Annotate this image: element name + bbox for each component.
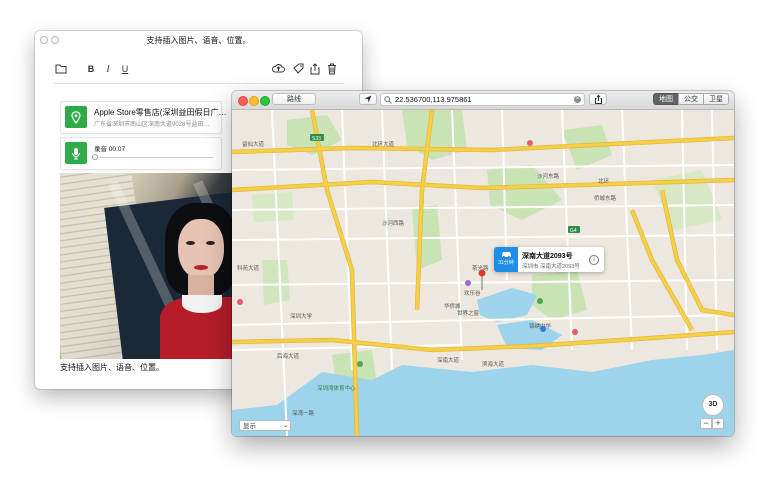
zoom-window-button[interactable] bbox=[260, 96, 270, 106]
note-titlebar: 支持插入图片、语音、位置。 bbox=[35, 31, 362, 51]
audio-label: 录音 00:07 bbox=[94, 146, 126, 153]
minimize-button[interactable] bbox=[249, 96, 259, 106]
label-g4: G4 bbox=[570, 228, 577, 234]
location-arrow-icon bbox=[364, 95, 372, 103]
callout-subtitle: 深圳市 深南大道2093号 bbox=[522, 264, 580, 270]
label-window-of-world: 世界之窗 bbox=[457, 309, 480, 317]
tag-icon[interactable] bbox=[290, 61, 306, 77]
note-body-text: 支持插入图片、语音、位置。 bbox=[60, 363, 164, 372]
share-icon[interactable] bbox=[307, 61, 323, 77]
note-window-title: 支持插入图片、语音、位置。 bbox=[146, 36, 251, 45]
show-dropdown[interactable]: 显示 ⌄ bbox=[239, 420, 291, 431]
folder-icon[interactable] bbox=[53, 61, 69, 77]
label-shenwan: 深湾一路 bbox=[292, 409, 315, 417]
show-dropdown-label: 显示 bbox=[243, 423, 256, 430]
tab-satellite[interactable]: 卫星 bbox=[703, 93, 729, 105]
audio-progress-knob[interactable] bbox=[92, 154, 98, 160]
clear-search-icon[interactable]: × bbox=[574, 96, 581, 103]
maps-window: 路线 × 地图 公交 卫星 bbox=[232, 91, 734, 436]
label-shenzhen-university: 深圳大学 bbox=[290, 312, 313, 320]
search-field[interactable]: × bbox=[380, 93, 585, 106]
trash-icon[interactable] bbox=[324, 61, 340, 77]
label-s33: S33 bbox=[312, 136, 321, 142]
eta-badge[interactable]: 31分钟 bbox=[494, 247, 518, 272]
toolbar-divider bbox=[53, 83, 344, 84]
info-icon[interactable]: i bbox=[589, 255, 599, 265]
directions-button[interactable]: 路线 bbox=[272, 93, 316, 105]
location-callout[interactable]: 31分钟 深南大道2093号 深圳市 深南大道2093号 i bbox=[494, 247, 604, 272]
microphone-icon bbox=[65, 142, 87, 164]
note-toolbar: B I U bbox=[53, 61, 344, 79]
cloud-upload-icon[interactable] bbox=[270, 61, 286, 77]
zoom-in-button[interactable]: + bbox=[712, 418, 724, 429]
label-qiaocheng-east: 侨城东路 bbox=[594, 194, 617, 202]
3d-button[interactable]: 3D bbox=[702, 394, 724, 416]
callout-title: 深南大道2093号 bbox=[522, 253, 573, 260]
label-houhai: 后海大道 bbox=[277, 352, 300, 360]
label-shennan: 深南大道 bbox=[437, 356, 460, 364]
share-button[interactable] bbox=[589, 93, 607, 105]
label-liuxian: 留仙大道 bbox=[242, 140, 265, 148]
map-canvas[interactable]: S33 G4 北环大道 深南大道 滨海大道 沙河东路 侨城东路 北环 华侨城 欢… bbox=[232, 110, 734, 436]
location-card[interactable]: Apple Store零售店(深圳益田假日广… 广东省深圳市南山区深南大道902… bbox=[60, 101, 226, 134]
tab-map[interactable]: 地图 bbox=[653, 93, 679, 105]
eta-text: 31分钟 bbox=[498, 260, 514, 266]
label-beihuan: 北环大道 bbox=[372, 140, 395, 148]
maps-toolbar: 路线 × 地图 公交 卫星 bbox=[232, 91, 734, 110]
label-beihuan-2: 北环 bbox=[598, 177, 610, 185]
audio-card[interactable]: 录音 00:07 bbox=[60, 137, 222, 170]
label-bay-stadium: 深圳湾体育中心 bbox=[317, 384, 356, 392]
chevron-down-icon: ⌄ bbox=[282, 423, 288, 429]
current-location-button[interactable] bbox=[359, 93, 377, 105]
location-pin-icon bbox=[65, 106, 87, 128]
location-address: 广东省深圳市南山区深南大道9028号益田… bbox=[94, 122, 210, 128]
label-binhai: 滨海大道 bbox=[482, 360, 505, 368]
search-icon bbox=[384, 96, 392, 104]
label-shahe-west: 沙河西路 bbox=[382, 219, 405, 227]
italic-button[interactable]: I bbox=[100, 61, 116, 77]
zoom-out-button[interactable]: − bbox=[700, 418, 712, 429]
label-happy-valley: 欢乐谷 bbox=[464, 289, 481, 297]
audio-progress-track[interactable] bbox=[94, 157, 213, 158]
search-input[interactable] bbox=[395, 94, 565, 105]
underline-button[interactable]: U bbox=[117, 61, 133, 77]
close-button[interactable] bbox=[238, 96, 248, 106]
label-keyuan: 科苑大道 bbox=[237, 264, 260, 272]
tab-transit[interactable]: 公交 bbox=[678, 93, 704, 105]
bold-button[interactable]: B bbox=[83, 61, 99, 77]
share-icon bbox=[594, 95, 602, 104]
location-title: Apple Store零售店(深圳益田假日广… bbox=[94, 108, 227, 117]
label-shahe-east: 沙河东路 bbox=[537, 172, 560, 180]
label-huaqiaocheng: 华侨城 bbox=[444, 302, 461, 310]
car-icon bbox=[501, 252, 511, 258]
